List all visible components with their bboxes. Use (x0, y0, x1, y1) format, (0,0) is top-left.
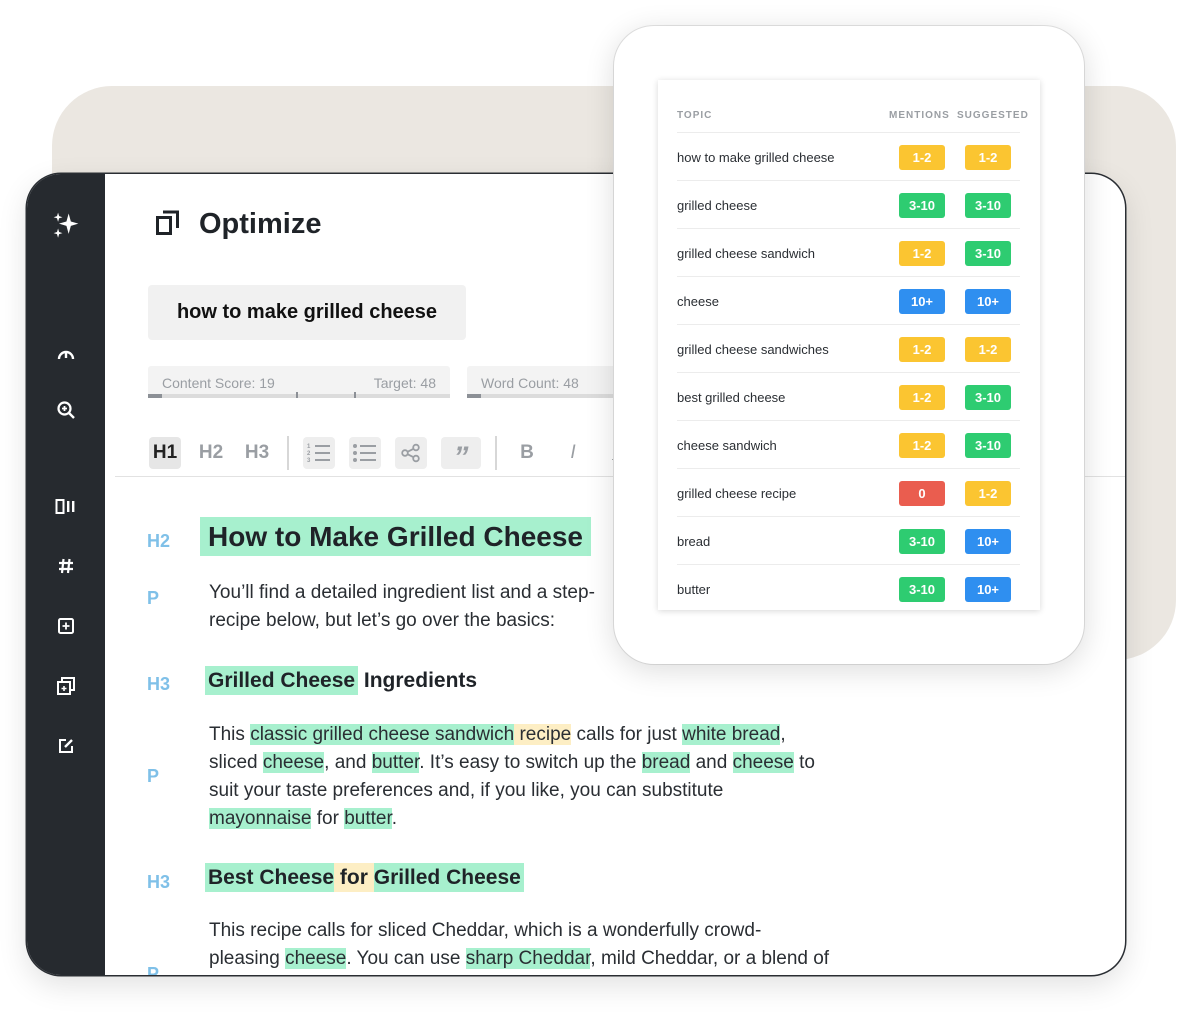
suggested-badge: 3-10 (965, 385, 1011, 410)
svg-text:1: 1 (307, 444, 311, 450)
topics-popup: TOPIC MENTIONS SUGGESTED how to make gri… (614, 26, 1084, 664)
topic-label: bread (677, 534, 711, 549)
optimize-icon (155, 208, 181, 241)
mentions-column-header: MENTIONS (889, 110, 950, 121)
topic-row[interactable]: how to make grilled cheese 1-2 1-2 (677, 132, 1020, 181)
topic-label: grilled cheese sandwiches (677, 342, 829, 357)
topic-label: best grilled cheese (677, 390, 786, 405)
svg-text:2: 2 (307, 451, 311, 457)
zoom-in-icon[interactable] (51, 395, 81, 425)
suggested-badge: 3-10 (965, 193, 1011, 218)
share-icon (401, 443, 420, 463)
quote-button[interactable]: ” (441, 437, 481, 474)
mentions-badge: 1-2 (899, 433, 945, 458)
doc-heading-h2[interactable]: How to Make Grilled Cheese (200, 517, 591, 556)
sidebar (27, 174, 105, 975)
suggested-badge: 1-2 (965, 481, 1011, 506)
topic-column-header: TOPIC (677, 110, 713, 121)
bullet-list-icon (353, 444, 376, 462)
heading1-button[interactable]: H1 (149, 437, 181, 469)
doc-paragraph[interactable]: This recipe calls for sliced Cheddar, wh… (209, 917, 869, 973)
bullet-list-button[interactable] (349, 437, 381, 469)
suggested-badge: 3-10 (965, 433, 1011, 458)
page-header: Optimize (155, 208, 321, 241)
block-type-tag: H3 (147, 674, 171, 694)
topic-label: grilled cheese recipe (677, 486, 797, 501)
columns-icon[interactable] (51, 492, 81, 522)
word-count-label: Word Count: 48 (481, 375, 579, 391)
suggested-badge: 10+ (965, 529, 1011, 554)
topic-row[interactable]: cheese sandwich 1-2 3-10 (677, 420, 1020, 469)
block-type-tag: P (147, 964, 160, 975)
suggested-badge: 10+ (965, 289, 1011, 314)
sparkle-icon[interactable] (51, 210, 81, 240)
block-type-tag: H2 (147, 531, 171, 551)
topic-label: grilled cheese (677, 198, 758, 213)
topic-row[interactable]: grilled cheese recipe 0 1-2 (677, 468, 1020, 517)
word-count-meter: Word Count: 48 A (467, 366, 639, 398)
italic-button[interactable]: I (557, 437, 589, 469)
doc-paragraph[interactable]: This classic grilled cheese sandwich rec… (209, 721, 869, 833)
topic-row[interactable]: grilled cheese sandwiches 1-2 1-2 (677, 324, 1020, 373)
suggested-column-header: SUGGESTED (957, 110, 1029, 121)
topic-row[interactable]: butter 3-10 10+ (677, 564, 1020, 613)
link-button[interactable] (395, 437, 427, 469)
block-type-tag: P (147, 766, 160, 786)
topics-table: TOPIC MENTIONS SUGGESTED how to make gri… (658, 80, 1040, 610)
target-label: Target: 48 (373, 375, 436, 391)
topic-label: butter (677, 582, 711, 597)
target-keyword[interactable]: how to make grilled cheese (148, 285, 466, 340)
hashtag-icon[interactable] (51, 551, 81, 581)
mentions-badge: 10+ (899, 289, 945, 314)
topic-row[interactable]: grilled cheese 3-10 3-10 (677, 180, 1020, 229)
suggested-badge: 10+ (965, 577, 1011, 602)
bold-button[interactable]: B (511, 437, 543, 469)
gauge-icon[interactable] (51, 340, 81, 370)
mentions-badge: 3-10 (899, 193, 945, 218)
content-score-label: Content Score: 19 (162, 375, 275, 391)
block-type-tag: H3 (147, 872, 171, 892)
content-score-meter: Content Score: 19 Target: 48 (148, 366, 450, 398)
suggested-badge: 1-2 (965, 145, 1011, 170)
doc-heading-h3[interactable]: Grilled Cheese Ingredients (205, 666, 477, 695)
numbered-list-button[interactable]: 123 (303, 437, 335, 469)
quote-icon: ” (453, 441, 469, 474)
topic-label: cheese (677, 294, 719, 309)
mentions-badge: 1-2 (899, 385, 945, 410)
edit-icon[interactable] (51, 731, 81, 761)
heading3-button[interactable]: H3 (241, 437, 273, 469)
topic-row[interactable]: best grilled cheese 1-2 3-10 (677, 372, 1020, 421)
mentions-badge: 3-10 (899, 577, 945, 602)
topic-row[interactable]: cheese 10+ 10+ (677, 276, 1020, 325)
mentions-badge: 1-2 (899, 145, 945, 170)
formatting-toolbar: H1 H2 H3 123 ” B I U (149, 436, 649, 474)
topic-label: cheese sandwich (677, 438, 777, 453)
topic-row[interactable]: grilled cheese sandwich 1-2 3-10 (677, 228, 1020, 277)
block-type-tag: P (147, 588, 160, 608)
mentions-badge: 3-10 (899, 529, 945, 554)
topic-row[interactable]: bread 3-10 10+ (677, 516, 1020, 565)
mentions-badge: 1-2 (899, 337, 945, 362)
suggested-badge: 1-2 (965, 337, 1011, 362)
suggested-badge: 3-10 (965, 241, 1011, 266)
copy-icon[interactable] (51, 671, 81, 701)
numbered-list-icon: 123 (307, 444, 330, 464)
add-box-icon[interactable] (51, 611, 81, 641)
mentions-badge: 1-2 (899, 241, 945, 266)
topic-label: how to make grilled cheese (677, 150, 835, 165)
heading2-button[interactable]: H2 (195, 437, 227, 469)
svg-text:3: 3 (307, 458, 311, 464)
doc-heading-h3[interactable]: Best Cheese for Grilled Cheese (205, 863, 524, 892)
page-title: Optimize (199, 208, 322, 240)
mentions-badge: 0 (899, 481, 945, 506)
topic-label: grilled cheese sandwich (677, 246, 816, 261)
